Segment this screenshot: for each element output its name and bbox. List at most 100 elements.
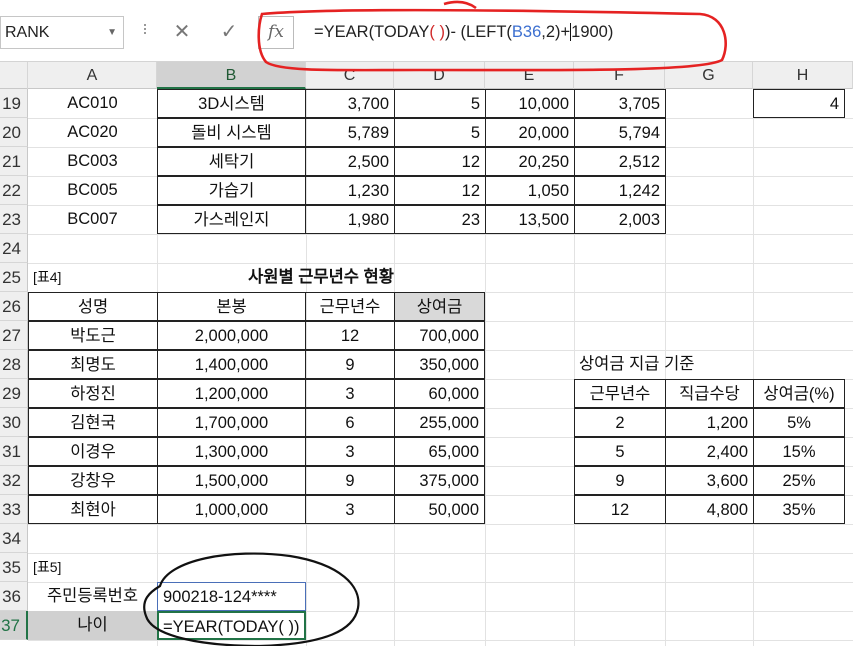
table-cell[interactable]: 5,794 [574,118,666,147]
table-cell[interactable]: 6 [305,408,395,437]
row-header[interactable]: 20 [0,118,28,147]
enter-icon[interactable]: ✓ [213,16,245,49]
column-header-h[interactable]: H [753,62,853,89]
table-cell[interactable]: 9 [305,466,395,495]
table-cell[interactable]: 700,000 [394,321,485,350]
row-header[interactable]: 21 [0,147,28,176]
table-cell[interactable]: BC003 [28,147,157,176]
insert-function-button[interactable]: fx [258,16,294,49]
table-cell[interactable]: 12 [394,176,486,205]
table-cell[interactable]: 강창우 [28,466,158,495]
row-header[interactable]: 36 [0,582,28,611]
table-cell[interactable]: 60,000 [394,379,485,408]
row-header[interactable]: 30 [0,408,28,437]
table-cell[interactable]: 5% [753,408,845,437]
column-header-d[interactable]: D [394,62,485,89]
table-cell[interactable]: 1,300,000 [157,437,306,466]
table-cell[interactable]: 9 [305,350,395,379]
table-cell[interactable]: BC005 [28,176,157,205]
select-all-corner[interactable] [0,62,28,89]
table-cell[interactable]: 돌비 시스템 [157,118,306,147]
table-cell[interactable]: 2,512 [574,147,666,176]
table-cell[interactable]: 23 [394,205,486,234]
table-cell[interactable]: 65,000 [394,437,485,466]
table4-header[interactable]: 근무년수 [305,292,395,321]
resident-id-label[interactable]: 주민등록번호 [28,582,157,611]
row-header[interactable]: 35 [0,553,28,582]
column-header-g[interactable]: G [665,62,753,89]
table-cell[interactable]: 하정진 [28,379,158,408]
age-formula-cell[interactable]: =YEAR(TODAY( )) [157,611,306,640]
table-cell[interactable]: 3 [305,495,395,524]
cancel-icon[interactable]: ✕ [166,16,198,49]
table-cell[interactable]: 3 [305,379,395,408]
table-cell[interactable]: 2,500 [305,147,395,176]
table-cell[interactable]: 20,000 [485,118,575,147]
name-box[interactable]: RANK ▼ [0,16,124,49]
table-cell[interactable]: 5,789 [305,118,395,147]
criteria-header[interactable]: 근무년수 [574,379,666,408]
table-cell[interactable]: 20,250 [485,147,575,176]
table-cell[interactable]: 김현국 [28,408,158,437]
formula-input[interactable]: =YEAR(TODAY( ))- (LEFT(B36,2)+1900) [298,16,853,49]
table-cell[interactable]: 5 [394,89,486,118]
table-cell[interactable]: AC010 [28,89,157,118]
table-cell[interactable]: 12 [574,495,666,524]
table-cell[interactable]: 12 [394,147,486,176]
table-cell[interactable]: 13,500 [485,205,575,234]
table-cell[interactable]: 1,980 [305,205,395,234]
row-header[interactable]: 32 [0,466,28,495]
table-cell[interactable]: 375,000 [394,466,485,495]
table-cell[interactable]: 3 [305,437,395,466]
table-cell[interactable]: 2,000,000 [157,321,306,350]
table-cell[interactable]: 5 [394,118,486,147]
table-cell[interactable]: 1,200,000 [157,379,306,408]
row-header[interactable]: 28 [0,350,28,379]
criteria-header[interactable]: 상여금(%) [753,379,845,408]
table-cell[interactable]: AC020 [28,118,157,147]
row-header[interactable]: 26 [0,292,28,321]
age-label[interactable]: 나이 [28,611,157,640]
table4-header[interactable]: 본봉 [157,292,306,321]
row-header[interactable]: 23 [0,205,28,234]
cell-h19[interactable]: 4 [753,89,845,118]
table-cell[interactable]: 255,000 [394,408,485,437]
drag-handle-icon[interactable] [144,22,148,42]
row-header[interactable]: 31 [0,437,28,466]
row-header[interactable]: 25 [0,263,28,292]
column-header-c[interactable]: C [306,62,394,89]
table-cell[interactable]: 3,600 [665,466,754,495]
row-header[interactable]: 29 [0,379,28,408]
table-cell[interactable]: 2,400 [665,437,754,466]
table-cell[interactable]: 최현아 [28,495,158,524]
table-cell[interactable]: 12 [305,321,395,350]
table-cell[interactable]: 이경우 [28,437,158,466]
table-cell[interactable]: 4,800 [665,495,754,524]
table-cell[interactable]: 50,000 [394,495,485,524]
table-cell[interactable]: 9 [574,466,666,495]
table-cell[interactable]: BC007 [28,205,157,234]
chevron-down-icon[interactable]: ▼ [107,27,117,38]
column-header-a[interactable]: A [28,62,157,89]
row-header[interactable]: 22 [0,176,28,205]
table-cell[interactable]: 3D시스템 [157,89,306,118]
row-header[interactable]: 37 [0,611,28,640]
table4-header[interactable]: 성명 [28,292,158,321]
table-cell[interactable]: 1,400,000 [157,350,306,379]
table-cell[interactable]: 2 [574,408,666,437]
table-cell[interactable]: 1,000,000 [157,495,306,524]
table-cell[interactable]: 가습기 [157,176,306,205]
table-cell[interactable]: 350,000 [394,350,485,379]
column-header-b[interactable]: B [157,62,306,89]
table-cell[interactable]: 세탁기 [157,147,306,176]
table4-header[interactable]: 상여금 [394,292,485,321]
table-cell[interactable]: 최명도 [28,350,158,379]
table-cell[interactable]: 10,000 [485,89,575,118]
table-cell[interactable]: 35% [753,495,845,524]
row-header[interactable]: 33 [0,495,28,524]
table-cell[interactable]: 1,050 [485,176,575,205]
table-cell[interactable]: 박도근 [28,321,158,350]
table-cell[interactable]: 가스레인지 [157,205,306,234]
table-cell[interactable]: 2,003 [574,205,666,234]
row-header[interactable]: 27 [0,321,28,350]
